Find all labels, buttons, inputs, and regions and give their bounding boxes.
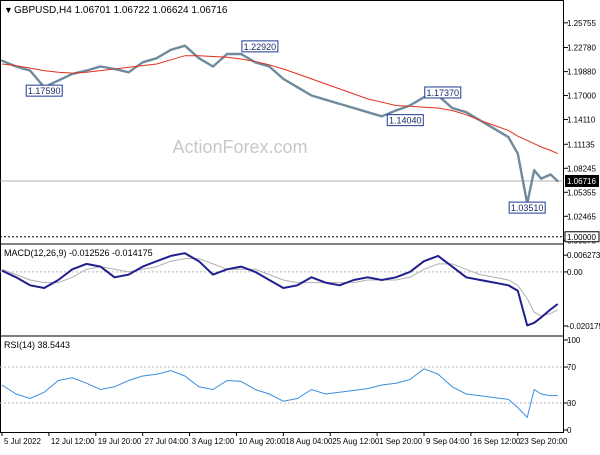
watermark: ActionForex.com bbox=[172, 137, 307, 157]
rsi-tick-label: 70 bbox=[567, 363, 576, 372]
rsi-title: RSI(14) 38.5443 bbox=[4, 340, 70, 350]
macd-tick-label: 0.006273 bbox=[567, 251, 600, 260]
time-tick-label: 27 Jul 04:00 bbox=[145, 437, 189, 446]
price-point bbox=[240, 52, 243, 56]
price-tick-label: 1.08245 bbox=[567, 164, 596, 173]
time-tick-label: 9 Sep 04:00 bbox=[426, 437, 470, 446]
price-point bbox=[533, 169, 536, 172]
price-point bbox=[155, 57, 158, 60]
price-point bbox=[507, 135, 510, 139]
macd-tick-label: 0.00 bbox=[567, 268, 583, 277]
current-price-label: 1.06716 bbox=[567, 177, 596, 186]
rsi-series bbox=[1, 368, 558, 419]
macd-series bbox=[1, 252, 559, 327]
rsi-axis: 100 70 30 0 bbox=[564, 336, 581, 435]
macd-axis: 0.006273 0.00 -0.020175 bbox=[564, 251, 600, 331]
price-point bbox=[451, 106, 454, 110]
rsi-line bbox=[1, 368, 558, 419]
price-point bbox=[516, 152, 519, 155]
chart-window: ▼ GBPUSD,H4 1.06701 1.06722 1.06624 1.06… bbox=[0, 0, 600, 450]
price-point bbox=[71, 72, 74, 76]
annotation-label: 1.22920 bbox=[244, 42, 277, 52]
price-point bbox=[556, 180, 559, 183]
price-tick-label: 1.05355 bbox=[567, 188, 596, 197]
annotation-label: 1.17590 bbox=[28, 86, 61, 96]
symbol-header: GBPUSD,H4 1.06701 1.06722 1.06624 1.0671… bbox=[14, 5, 228, 16]
price-tick-label: 1.02465 bbox=[567, 212, 596, 221]
annotation-label: 1.14040 bbox=[389, 116, 422, 126]
time-tick-label: 19 Jul 20:00 bbox=[98, 437, 142, 446]
price-axis: 1.25755 1.22780 1.19880 1.17000 1.14110 1.111… bbox=[564, 19, 600, 245]
rsi-grid bbox=[0, 366, 564, 404]
annotation-label: 1.03510 bbox=[511, 203, 544, 213]
macd-title: MACD(12,26,9) -0.012526 -0.014175 bbox=[4, 248, 153, 258]
price-point bbox=[352, 106, 355, 110]
price-point bbox=[268, 65, 271, 68]
price-point bbox=[57, 79, 60, 82]
annotation-label: 1.17370 bbox=[426, 88, 459, 98]
price-point bbox=[282, 77, 285, 81]
price-point bbox=[113, 67, 116, 71]
time-tick-label: 3 Aug 12:00 bbox=[192, 437, 235, 446]
price-point bbox=[14, 65, 18, 68]
price-point bbox=[380, 115, 383, 118]
price-point bbox=[549, 173, 552, 176]
price-point bbox=[99, 65, 102, 68]
chart-canvas: ▼ GBPUSD,H4 1.06701 1.06722 1.06624 1.06… bbox=[0, 0, 600, 446]
dropdown-arrow-icon[interactable]: ▼ bbox=[4, 5, 13, 15]
time-tick-label: 12 Jul 12:00 bbox=[51, 437, 95, 446]
level-line-label: 1.00000 bbox=[567, 233, 596, 242]
price-point bbox=[493, 127, 496, 130]
time-tick-label: 18 Aug 04:00 bbox=[285, 437, 333, 446]
price-grid bbox=[0, 180, 564, 238]
price-tick-label: 1.22780 bbox=[567, 44, 596, 53]
price-point bbox=[141, 61, 144, 64]
time-tick-label: 10 Aug 20:00 bbox=[238, 437, 286, 446]
price-point bbox=[197, 57, 201, 60]
price-point bbox=[540, 177, 543, 180]
price-tick-label: 1.25755 bbox=[567, 19, 596, 28]
price-point bbox=[254, 61, 257, 64]
price-line bbox=[1, 44, 559, 205]
price-tick-label: 1.11135 bbox=[567, 140, 595, 149]
price-point bbox=[211, 65, 215, 68]
time-tick-label: 23 Sep 20:00 bbox=[520, 437, 568, 446]
chart-frame bbox=[0, 0, 564, 433]
price-tick-label: 1.14110 bbox=[567, 116, 596, 125]
price-point bbox=[183, 44, 186, 47]
price-point bbox=[127, 71, 130, 74]
price-point bbox=[324, 98, 327, 101]
price-point bbox=[465, 111, 468, 114]
macd-line bbox=[1, 252, 559, 327]
price-tick-label: 1.19880 bbox=[567, 68, 596, 77]
time-tick-label: 25 Aug 12:00 bbox=[332, 437, 380, 446]
time-axis: 5 Jul 2022 12 Jul 12:00 19 Jul 20:00 27 Jul… bbox=[1, 432, 568, 446]
price-point bbox=[296, 86, 299, 89]
time-tick-label: 1 Sep 20:00 bbox=[379, 437, 423, 446]
signal-line bbox=[1, 258, 558, 317]
rsi-tick-label: 30 bbox=[567, 399, 576, 408]
price-tick-label: 1.17000 bbox=[567, 92, 596, 101]
price-point bbox=[479, 119, 482, 122]
time-tick-label: 5 Jul 2022 bbox=[4, 437, 41, 446]
price-point bbox=[169, 48, 172, 51]
price-point bbox=[29, 69, 32, 72]
price-point bbox=[0, 59, 4, 62]
price-point bbox=[310, 94, 313, 97]
rsi-tick-label: 100 bbox=[567, 336, 581, 345]
price-point bbox=[225, 52, 229, 56]
price-point bbox=[394, 109, 397, 112]
price-point bbox=[408, 104, 412, 107]
price-point bbox=[338, 102, 341, 105]
price-point bbox=[366, 111, 369, 114]
price-point bbox=[85, 69, 88, 72]
time-tick-label: 16 Sep 12:00 bbox=[473, 437, 521, 446]
rsi-tick-label: 0 bbox=[567, 426, 572, 435]
macd-tick-label: -0.020175 bbox=[567, 322, 600, 331]
